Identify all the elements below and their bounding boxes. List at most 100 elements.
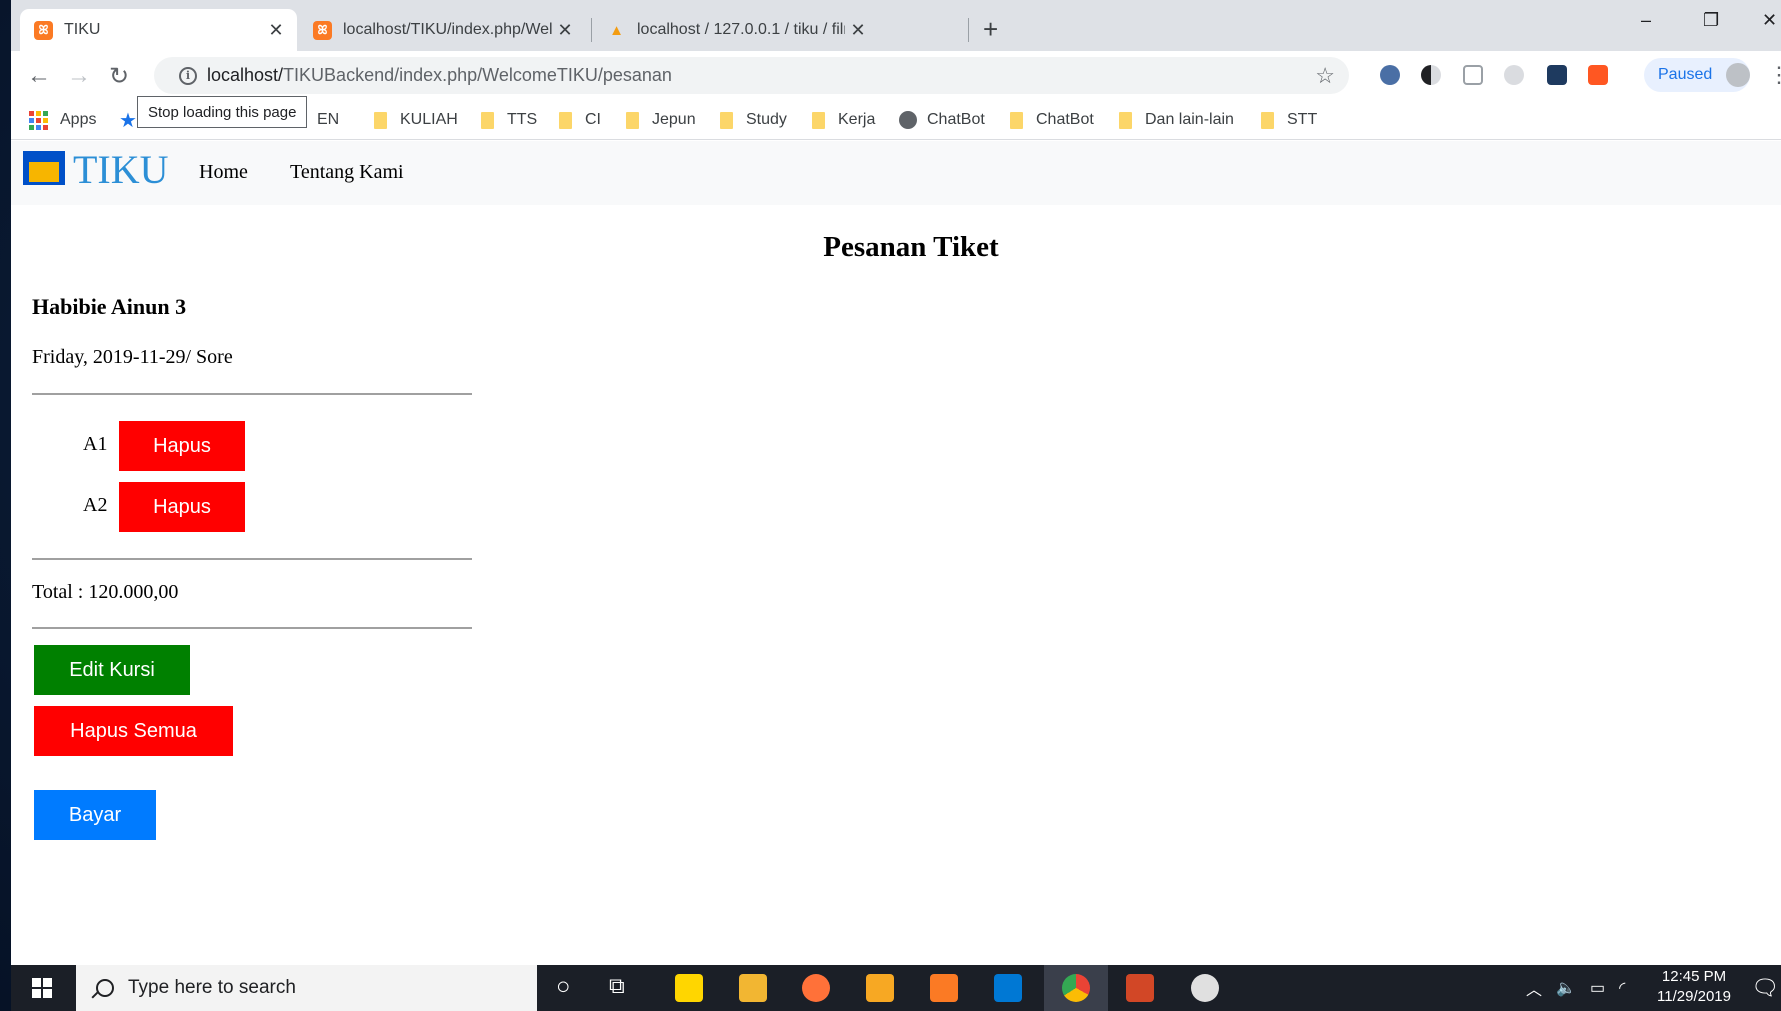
sticky-notes-icon[interactable] [675,974,703,1002]
bookmark-label: Kerja [838,111,876,128]
extension-icon[interactable] [1380,65,1400,85]
bookmark-folder-tts[interactable]: TTS [481,100,537,140]
close-tab-icon[interactable]: ✕ [845,20,871,41]
back-button[interactable]: ← [27,62,51,90]
bookmark-label: Study [746,111,787,128]
windows-icon [32,978,52,998]
globe-icon [899,111,917,129]
brand-logo[interactable]: TIKU [73,146,169,193]
close-window-button[interactable]: ✕ [1762,10,1777,31]
clock-time: 12:45 PM [1661,968,1727,985]
new-tab-button[interactable]: + [983,14,998,45]
folder-icon [1261,111,1274,129]
nav-tentang-kami-link[interactable]: Tentang Kami [290,161,404,184]
chrome-icon[interactable] [1062,974,1090,1002]
apps-grid-icon [29,110,48,130]
bookmark-star-icon[interactable]: ☆ [1315,63,1335,89]
edit-seats-button[interactable]: Edit Kursi [34,645,190,695]
task-view-icon[interactable]: ⧉ [609,973,625,999]
forward-button[interactable]: → [67,62,91,90]
minimize-button[interactable]: – [1641,10,1651,31]
reload-button[interactable]: ↻ [109,62,129,91]
bookmark-folder-dan-lain-lain[interactable]: Dan lain-lain [1119,100,1234,140]
folder-icon [374,111,387,129]
bookmark-folder-stt[interactable]: STT [1261,100,1317,140]
bookmark-folder-study[interactable]: Study [720,100,787,140]
vscode-icon[interactable] [994,974,1022,1002]
restore-button[interactable]: ❐ [1703,10,1719,31]
browser-toolbar: ← → ↻ i localhost/TIKUBackend/index.php/… [11,51,1781,100]
star-bookmark-icon[interactable]: ★ [119,100,137,140]
chevron-up-icon[interactable]: ︿ [1526,976,1542,1000]
tab-strip: ꕤ TIKU ✕ ꕤ localhost/TIKU/index.php/Welc… [11,0,1781,51]
volume-icon[interactable]: 🔈 [1556,978,1576,998]
nav-home-link[interactable]: Home [199,161,248,184]
document-extension-icon[interactable] [1463,65,1483,85]
avatar [1726,63,1750,87]
delete-all-button[interactable]: Hapus Semua [34,706,233,756]
start-button[interactable] [11,965,73,1011]
xampp-icon[interactable] [930,974,958,1002]
paused-label: Paused [1658,66,1713,83]
bookmark-item[interactable]: EN [317,100,339,140]
bookmark-chatbot-link[interactable]: ChatBot [899,100,985,140]
tab-phpmyadmin[interactable]: ▲ localhost / 127.0.0.1 / tiku / film | … [593,9,879,51]
clock[interactable]: 12:45 PM 11/29/2019 [1649,967,1739,1007]
bookmark-folder-jepun[interactable]: Jepun [626,100,696,140]
close-tab-icon[interactable]: ✕ [263,20,289,41]
tab-separator [968,18,969,42]
cortana-icon[interactable]: ○ [556,973,571,1001]
tooltip: Stop loading this page [137,96,308,128]
snipping-tool-icon[interactable] [1191,974,1219,1002]
folder-icon [1010,111,1023,129]
dark-mode-extension-icon[interactable] [1421,65,1441,85]
profile-paused-button[interactable]: Paused [1644,58,1750,92]
bookmark-label: Dan lain-lain [1145,111,1234,128]
taskbar-search[interactable]: Type here to search [76,965,537,1011]
bookmark-label: Apps [60,111,97,128]
bookmark-label: KULIAH [400,111,458,128]
address-bar[interactable]: i localhost/TIKUBackend/index.php/Welcom… [154,57,1349,94]
bookmark-label: CI [585,111,601,128]
search-icon [96,979,114,997]
app-icon[interactable] [866,974,894,1002]
globe-extension-icon[interactable] [1504,65,1524,85]
firefox-icon[interactable] [802,974,830,1002]
tab-title: localhost/TIKU/index.php/Welcor [343,21,552,38]
delete-seat-button[interactable]: Hapus [119,421,245,471]
url-host: localhost/ [207,65,284,85]
folder-icon [626,111,639,129]
search-placeholder: Type here to search [128,977,296,998]
delete-seat-button[interactable]: Hapus [119,482,245,532]
bookmark-label: TTS [507,111,538,128]
bookmark-folder-chatbot[interactable]: ChatBot [1010,100,1094,140]
bookmark-label: STT [1287,111,1318,128]
divider [32,393,472,395]
tab-localhost-tiku[interactable]: ꕤ localhost/TIKU/index.php/Welcor ✕ [299,9,586,51]
url-text: localhost/TIKUBackend/index.php/WelcomeT… [207,65,672,86]
lock-extension-icon[interactable] [1588,65,1608,85]
browser-window: ꕤ TIKU ✕ ꕤ localhost/TIKU/index.php/Welc… [11,0,1781,965]
bookmark-folder-kuliah[interactable]: KULIAH [374,100,458,140]
taskbar: Type here to search ○ ⧉ ︿ 🔈 ▭ ◜ 12:45 PM… [11,965,1781,1011]
info-icon[interactable]: i [179,66,197,85]
close-tab-icon[interactable]: ✕ [552,20,578,41]
notification-icon[interactable]: 🗨2 [1751,975,1781,1011]
powerpoint-icon[interactable] [1126,974,1154,1002]
browser-menu-icon[interactable]: ⋮ [1768,62,1781,88]
wifi-icon[interactable]: ◜ [1619,978,1625,998]
pay-button[interactable]: Bayar [34,790,156,840]
seat-label: A1 [83,433,108,455]
order-total: Total : 120.000,00 [32,581,179,603]
clock-date: 11/29/2019 [1657,988,1731,1005]
bookmark-label: EN [317,111,340,128]
bookmark-folder-kerja[interactable]: Kerja [812,100,875,140]
tab-separator [591,18,592,42]
bookmark-apps[interactable]: Apps [29,100,96,140]
logo-icon[interactable] [23,151,65,185]
file-explorer-icon[interactable] [739,974,767,1002]
battery-icon[interactable]: ▭ [1590,978,1605,998]
bookmark-folder-ci[interactable]: CI [559,100,601,140]
tab-tiku[interactable]: ꕤ TIKU ✕ [20,9,297,51]
vpn-extension-icon[interactable] [1547,65,1567,85]
